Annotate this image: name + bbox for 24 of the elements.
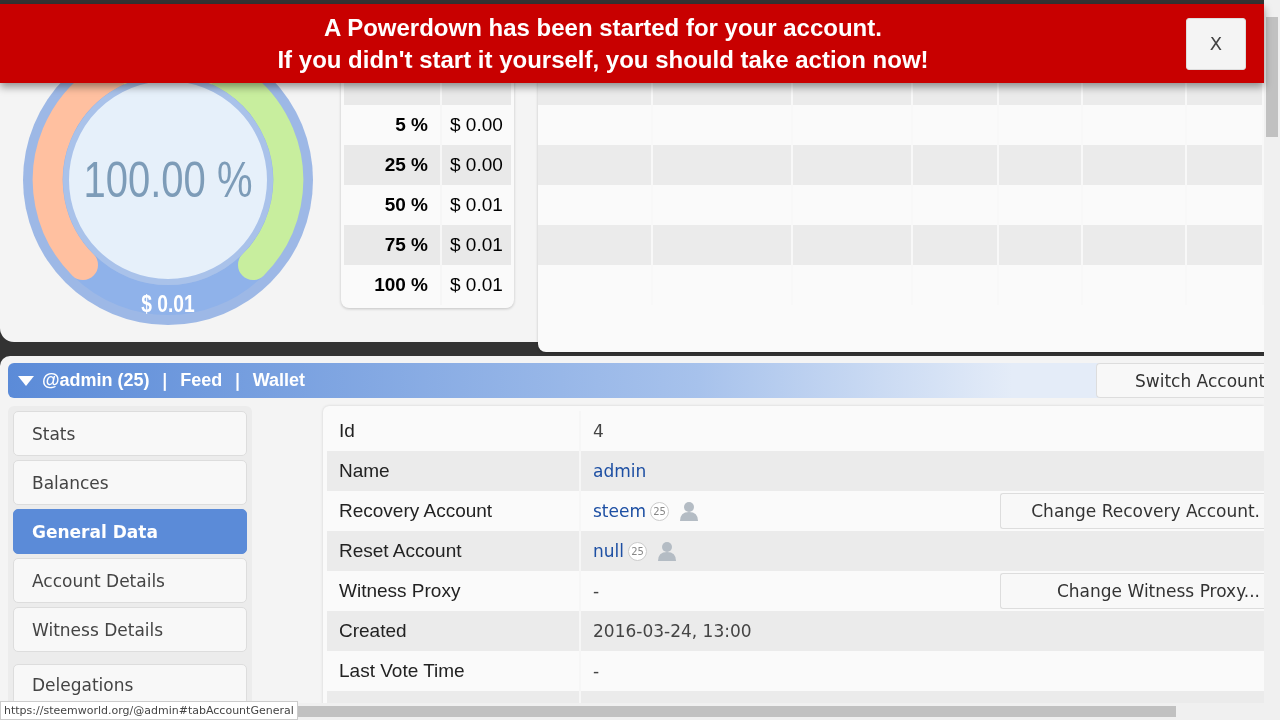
field-label: Reset Account <box>327 531 581 571</box>
url-tooltip: https://steemworld.org/@admin#tabAccountGeneral <box>0 701 298 720</box>
field-label: Created <box>327 611 581 651</box>
vote-value: $ 0.01 <box>449 194 503 216</box>
gauge-percent: 100.00 % <box>82 151 254 209</box>
vote-percent: 75 % <box>344 225 442 265</box>
vote-value: $ 0.00 <box>449 154 503 176</box>
vote-percent: 25 % <box>344 145 442 185</box>
field-value: 4 <box>593 421 604 441</box>
alert-message: A Powerdown has been started for your account. <box>323 12 883 43</box>
gauge-value: $ 0.01 <box>140 290 196 318</box>
reputation-badge: 25 <box>628 541 647 561</box>
vote-value: $ 0.01 <box>449 234 503 256</box>
separator: | <box>234 370 241 391</box>
field-value: 2016-03-24, 13:00 <box>593 621 752 641</box>
vote-percent: 100 % <box>344 265 442 305</box>
field-value: - <box>593 581 600 601</box>
vote-value: $ 0.01 <box>449 274 503 296</box>
alert-message: If you didn't start it yourself, you should take action now! <box>276 44 930 75</box>
separator: | <box>161 370 169 391</box>
reputation-badge: 25 <box>650 501 669 521</box>
field-value: - <box>593 661 600 681</box>
field-label: Name <box>327 451 581 491</box>
vote-value: $ 0.00 <box>449 114 503 136</box>
